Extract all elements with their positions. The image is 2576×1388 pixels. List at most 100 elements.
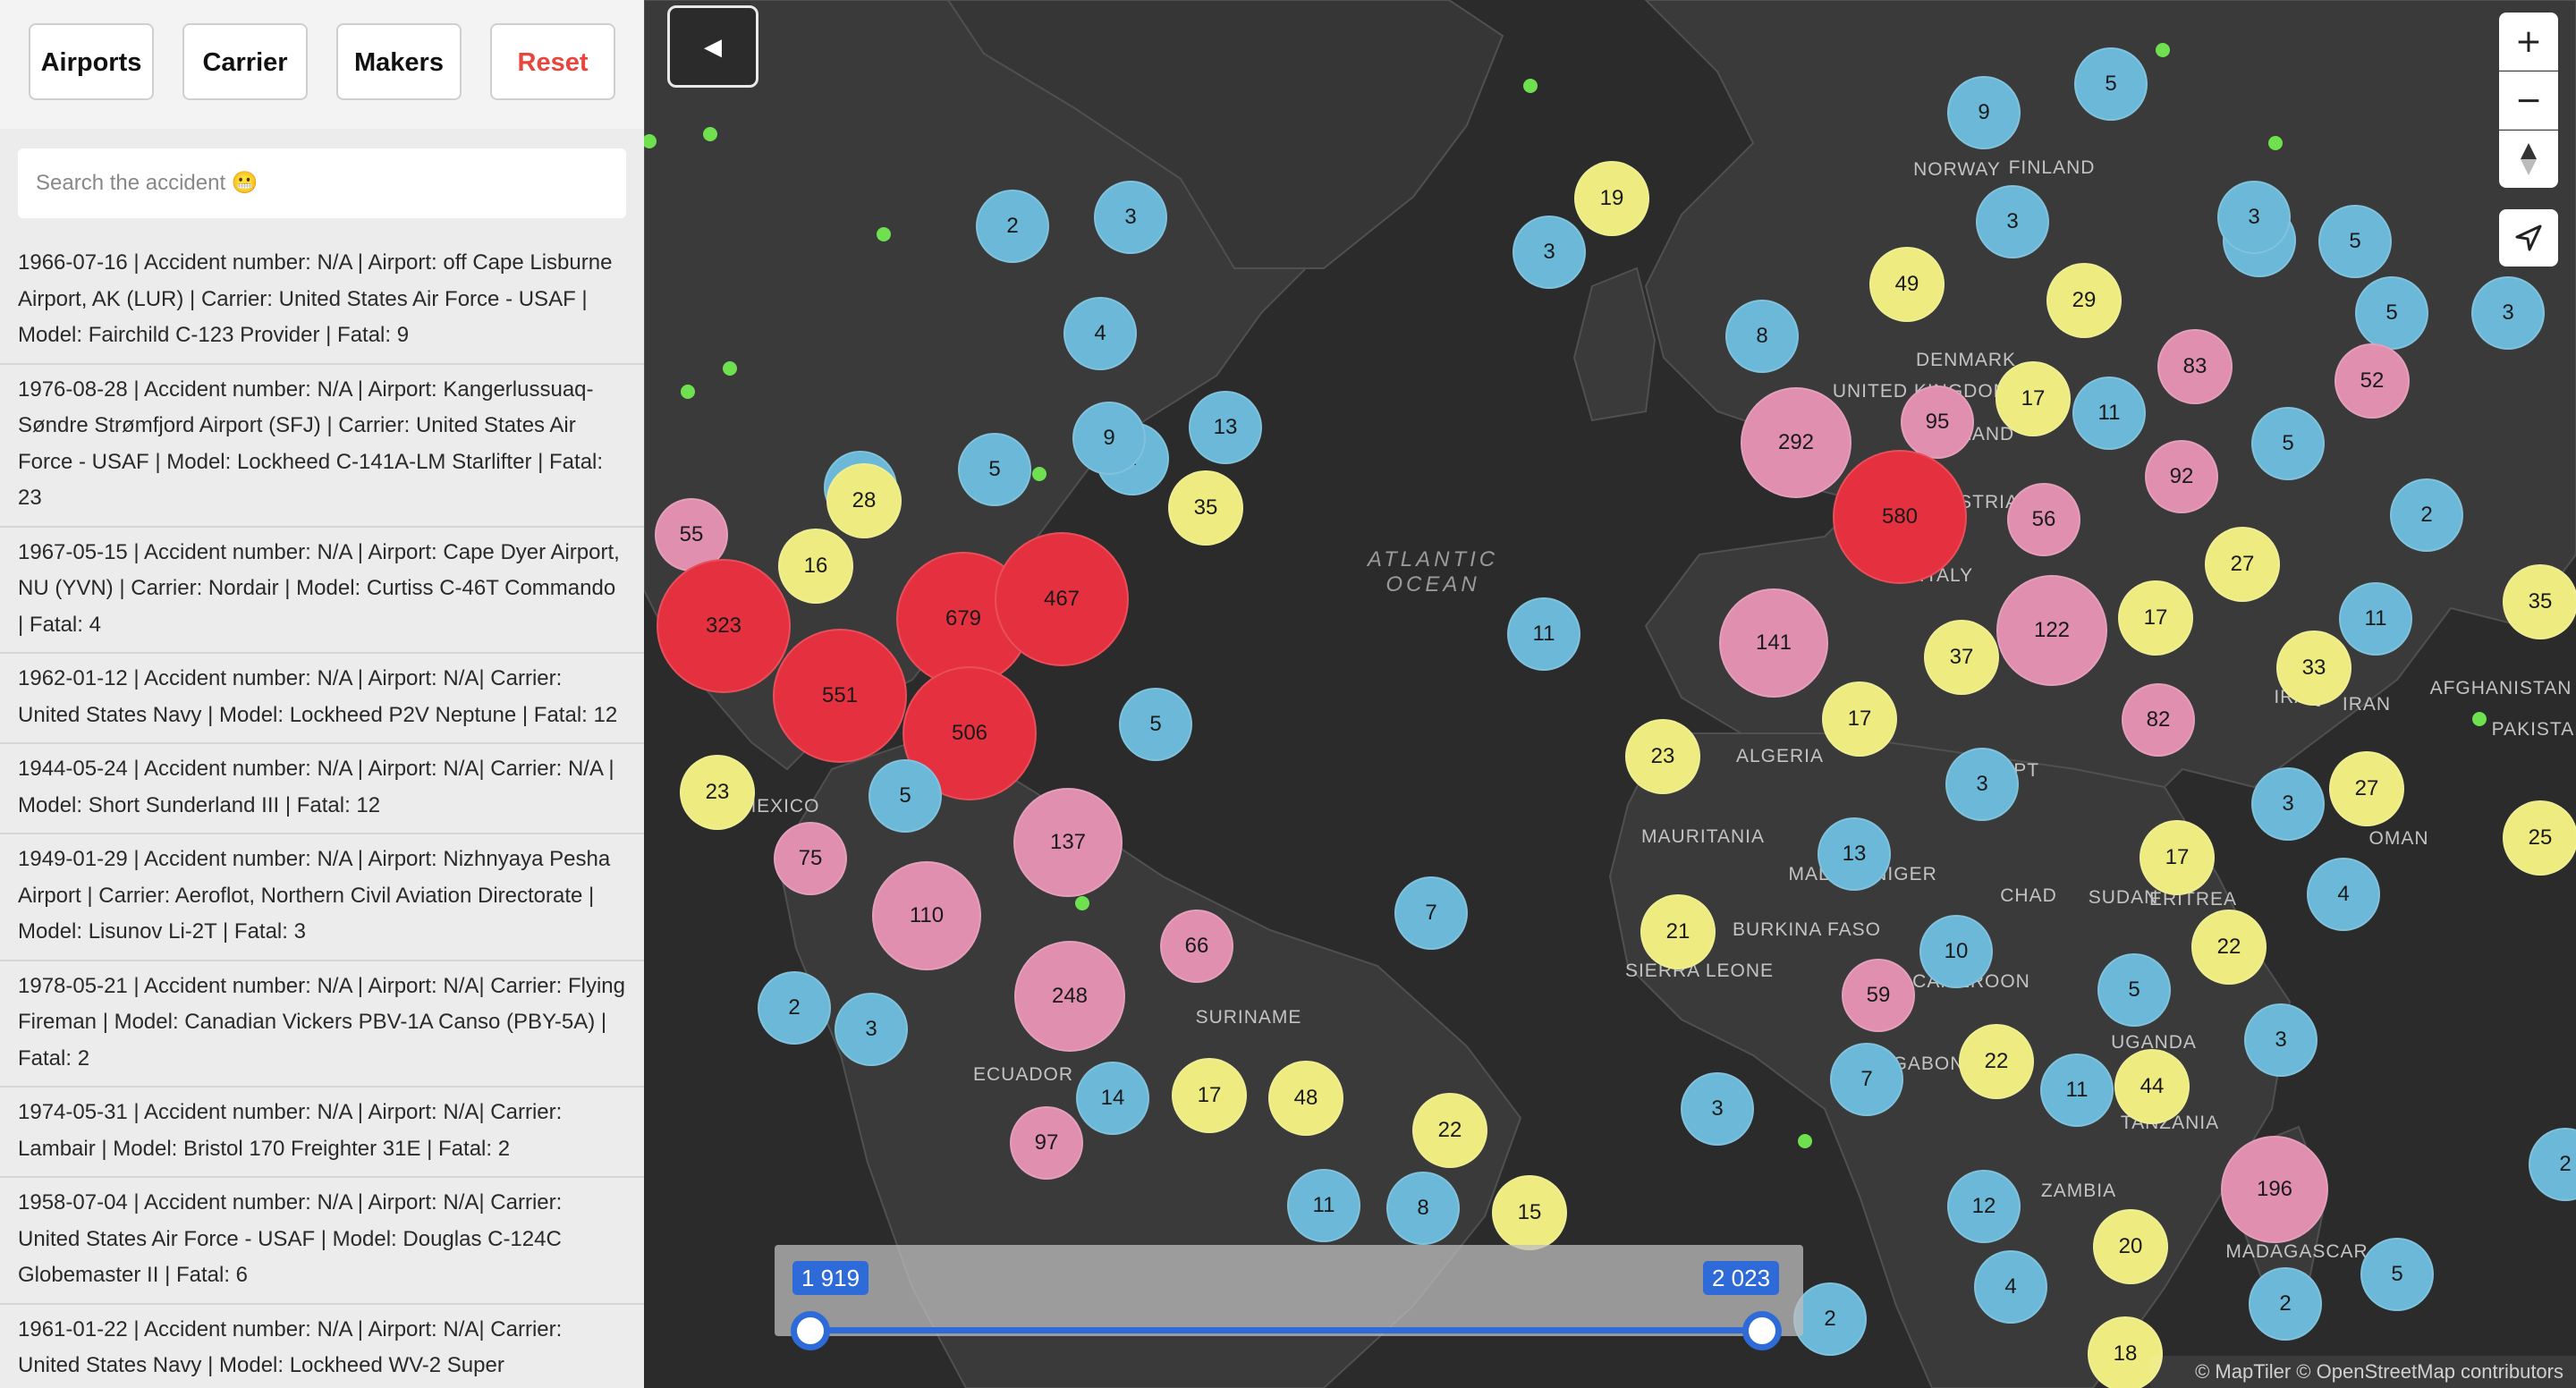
geolocate-button[interactable] (2499, 209, 2558, 267)
list-item[interactable]: 1966-07-16 | Accident number: N/A | Airp… (0, 238, 644, 365)
cluster-marker[interactable]: 59 (1842, 959, 1915, 1032)
cluster-marker[interactable]: 11 (1287, 1169, 1360, 1242)
cluster-marker[interactable]: 16 (778, 529, 853, 604)
cluster-marker[interactable]: 75 (774, 822, 847, 895)
list-item[interactable]: 1961-01-22 | Accident number: N/A | Airp… (0, 1304, 644, 1388)
cluster-marker[interactable]: 196 (2221, 1136, 2328, 1243)
cluster-marker[interactable]: 21 (1640, 894, 1716, 969)
cluster-marker[interactable]: 3 (1945, 748, 2019, 821)
cluster-marker[interactable]: 92 (2145, 440, 2218, 513)
cluster-marker[interactable]: 49 (1869, 247, 1945, 322)
cluster-marker[interactable]: 4 (1063, 297, 1137, 370)
cluster-marker[interactable]: 580 (1833, 450, 1967, 584)
cluster-marker[interactable]: 122 (1996, 575, 2107, 686)
cluster-marker[interactable]: 29 (2046, 263, 2122, 338)
cluster-marker[interactable]: 4 (2307, 858, 2380, 931)
cluster-marker[interactable]: 110 (872, 861, 981, 970)
cluster-marker[interactable]: 248 (1014, 941, 1125, 1052)
cluster-marker[interactable]: 19 (1574, 161, 1649, 236)
cluster-marker[interactable]: 323 (657, 559, 791, 693)
cluster-marker[interactable]: 5 (2355, 276, 2428, 350)
accident-point[interactable] (1032, 467, 1046, 481)
cluster-marker[interactable]: 9 (1947, 76, 2021, 149)
cluster-marker[interactable]: 17 (1172, 1058, 1247, 1133)
slider-track[interactable] (810, 1327, 1763, 1333)
cluster-marker[interactable]: 13 (1818, 817, 1891, 891)
accident-point[interactable] (1075, 896, 1089, 910)
cluster-marker[interactable]: 11 (2072, 377, 2146, 450)
slider-max-handle[interactable] (1742, 1311, 1782, 1350)
cluster-marker[interactable]: 5 (2360, 1238, 2434, 1311)
cluster-marker[interactable]: 13 (1189, 391, 1262, 464)
cluster-marker[interactable]: 17 (1996, 361, 2071, 436)
accident-point[interactable] (681, 385, 695, 399)
cluster-marker[interactable]: 467 (995, 532, 1129, 666)
cluster-marker[interactable]: 27 (2329, 751, 2404, 826)
cluster-marker[interactable]: 17 (2140, 820, 2215, 895)
reset-button[interactable]: Reset (490, 23, 615, 100)
cluster-marker[interactable]: 14 (1076, 1062, 1149, 1135)
cluster-marker[interactable]: 7 (1394, 876, 1468, 950)
zoom-out-button[interactable]: − (2499, 72, 2558, 130)
cluster-marker[interactable]: 35 (1168, 470, 1243, 546)
list-item[interactable]: 1962-01-12 | Accident number: N/A | Airp… (0, 654, 644, 744)
cluster-marker[interactable]: 137 (1013, 788, 1123, 897)
compass-button[interactable] (2499, 131, 2558, 188)
cluster-marker[interactable]: 3 (2244, 1003, 2318, 1077)
cluster-marker[interactable]: 551 (773, 629, 907, 763)
cluster-marker[interactable]: 4 (1974, 1250, 2047, 1324)
cluster-marker[interactable]: 2 (1793, 1282, 1867, 1356)
cluster-marker[interactable]: 15 (1492, 1175, 1567, 1250)
collapse-sidebar-button[interactable]: ◀ (667, 5, 758, 88)
accident-point[interactable] (1798, 1134, 1812, 1148)
cluster-marker[interactable]: 3 (1513, 216, 1586, 289)
accident-point[interactable] (2472, 712, 2487, 726)
list-item[interactable]: 1949-01-29 | Accident number: N/A | Airp… (0, 834, 644, 961)
cluster-marker[interactable]: 37 (1924, 620, 1999, 695)
list-item[interactable]: 1974-05-31 | Accident number: N/A | Airp… (0, 1088, 644, 1178)
cluster-marker[interactable]: 27 (2205, 527, 2280, 602)
cluster-marker[interactable]: 3 (1094, 181, 1167, 254)
carrier-button[interactable]: Carrier (182, 23, 308, 100)
cluster-marker[interactable]: 2 (976, 190, 1049, 263)
cluster-marker[interactable]: 44 (2114, 1049, 2190, 1124)
cluster-marker[interactable]: 20 (2093, 1209, 2168, 1284)
list-item[interactable]: 1976-08-28 | Accident number: N/A | Airp… (0, 364, 644, 528)
accident-point[interactable] (2156, 43, 2170, 57)
year-range-slider[interactable]: 1 919 2 023 (775, 1245, 1803, 1350)
cluster-marker[interactable]: 22 (2191, 910, 2267, 985)
cluster-marker[interactable]: 3 (2217, 181, 2291, 254)
cluster-marker[interactable]: 8 (1386, 1172, 1460, 1245)
list-item[interactable]: 1944-05-24 | Accident number: N/A | Airp… (0, 744, 644, 834)
accident-point[interactable] (2268, 136, 2283, 150)
cluster-marker[interactable]: 3 (1681, 1072, 1754, 1146)
list-item[interactable]: 1958-07-04 | Accident number: N/A | Airp… (0, 1178, 644, 1305)
cluster-marker[interactable]: 9 (1072, 402, 1146, 475)
list-item[interactable]: 1967-05-15 | Accident number: N/A | Airp… (0, 527, 644, 654)
map-attribution[interactable]: © MapTiler © OpenStreetMap contributors (2150, 1356, 2576, 1388)
cluster-marker[interactable]: 17 (1822, 681, 1897, 757)
search-input[interactable]: Search the accident 😬 (18, 148, 626, 218)
list-item[interactable]: 1978-05-21 | Accident number: N/A | Airp… (0, 961, 644, 1088)
cluster-marker[interactable]: 5 (2097, 953, 2171, 1027)
cluster-marker[interactable]: 11 (1507, 597, 1580, 671)
accident-point[interactable] (703, 127, 717, 141)
cluster-marker[interactable]: 82 (2122, 683, 2195, 757)
cluster-marker[interactable]: 48 (1268, 1061, 1343, 1136)
cluster-marker[interactable]: 95 (1901, 385, 1974, 459)
cluster-marker[interactable]: 292 (1741, 387, 1852, 498)
cluster-marker[interactable]: 11 (2339, 582, 2412, 656)
map-canvas[interactable]: ATLANTIC OCEAN NORWAY FINLAND DENMARK UNI… (644, 0, 2576, 1388)
cluster-marker[interactable]: 3 (835, 993, 908, 1066)
accident-point[interactable] (723, 361, 737, 376)
cluster-marker[interactable]: 3 (2471, 276, 2545, 350)
cluster-marker[interactable]: 3 (2251, 767, 2325, 841)
cluster-marker[interactable]: 66 (1160, 910, 1233, 983)
cluster-marker[interactable]: 5 (958, 433, 1031, 506)
cluster-marker[interactable]: 3 (1976, 185, 2049, 258)
cluster-marker[interactable]: 23 (680, 755, 755, 830)
cluster-marker[interactable]: 35 (2503, 564, 2576, 639)
cluster-marker[interactable]: 17 (2118, 580, 2193, 656)
cluster-marker[interactable]: 2 (2390, 478, 2463, 552)
cluster-marker[interactable]: 12 (1947, 1170, 2021, 1243)
